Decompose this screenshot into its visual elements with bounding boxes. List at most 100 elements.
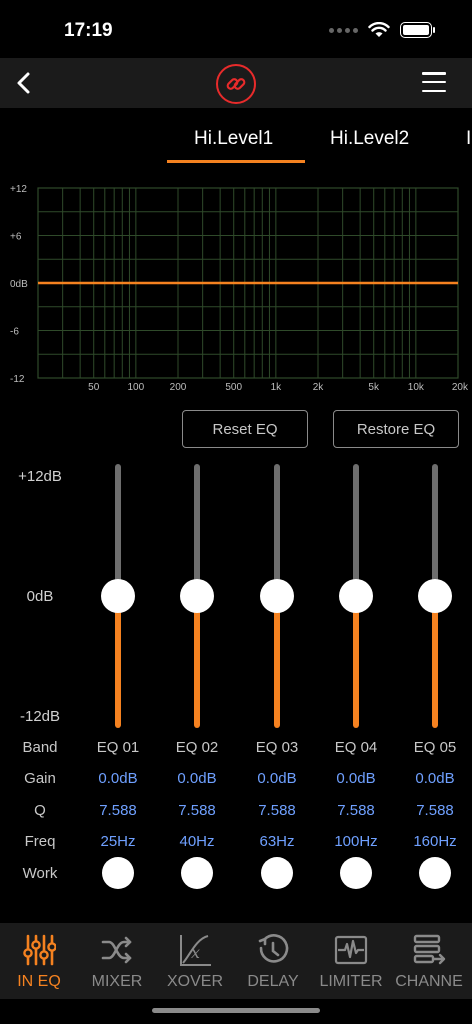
- slider-knob[interactable]: [180, 579, 214, 613]
- function-graph-icon: x: [180, 935, 211, 966]
- row-label-work: Work: [22, 865, 58, 882]
- slider-track-fill: [353, 596, 359, 728]
- nav-item-xover[interactable]: x XOVER: [156, 923, 234, 999]
- band-work-toggle[interactable]: [340, 857, 372, 889]
- gain-slider[interactable]: [177, 464, 217, 728]
- status-time: 17:19: [64, 20, 113, 41]
- slider-knob[interactable]: [418, 579, 452, 613]
- band-freq-value[interactable]: 100Hz: [316, 833, 396, 850]
- slider-track-upper: [115, 464, 121, 596]
- clock-icon: [258, 934, 289, 963]
- nav-bar: [0, 58, 472, 108]
- nav-label-delay: DELAY: [247, 973, 299, 990]
- band-freq-value[interactable]: 25Hz: [78, 833, 158, 850]
- graph-y-tick-label: -12: [10, 374, 25, 385]
- band-q-value[interactable]: 7.588: [316, 802, 396, 819]
- slider-track-upper: [274, 464, 280, 596]
- nav-label-channel: CHANNE: [395, 973, 463, 990]
- status-icons: [329, 22, 435, 38]
- tab-hi-level2[interactable]: Hi.Level2: [330, 128, 409, 150]
- tab-hi-level1[interactable]: Hi.Level1: [194, 128, 273, 150]
- gain-slider[interactable]: [415, 464, 455, 728]
- wifi-icon: [368, 22, 390, 37]
- graph-y-tick-label: -6: [10, 327, 19, 338]
- slider-knob[interactable]: [101, 579, 135, 613]
- band-work-toggle[interactable]: [102, 857, 134, 889]
- band-gain-value[interactable]: 0.0dB: [316, 770, 396, 787]
- graph-x-tick-label: 100: [128, 382, 145, 393]
- nav-item-limiter[interactable]: LIMITER: [312, 923, 390, 999]
- graph-x-tick-label: 10k: [408, 382, 425, 393]
- band-freq-value[interactable]: 63Hz: [237, 833, 317, 850]
- band-q-value[interactable]: 7.588: [157, 802, 237, 819]
- hamburger-menu-icon[interactable]: [422, 70, 446, 94]
- graph-x-tick-label: 2k: [313, 382, 325, 393]
- tab-next-partial[interactable]: I: [466, 128, 471, 150]
- slider-track-fill: [432, 596, 438, 728]
- band-work-toggle[interactable]: [419, 857, 451, 889]
- slider-track-upper: [432, 464, 438, 596]
- slider-knob[interactable]: [260, 579, 294, 613]
- bottom-nav: IN EQ MIXER x XOVER DELAY LIMITER CHANNE: [0, 923, 472, 999]
- band-name: EQ 01: [96, 739, 140, 756]
- band-name: EQ 04: [334, 739, 378, 756]
- home-indicator: [152, 1008, 320, 1013]
- eq-graph-svg: +12 +6 0dB -6 -12 50 100 200 500 1k 2k 5k 10k 20k: [10, 184, 469, 393]
- slider-track-fill: [274, 596, 280, 728]
- nav-label-mixer: MIXER: [91, 973, 143, 990]
- nav-item-mixer[interactable]: MIXER: [78, 923, 156, 999]
- graph-x-tick-label: 50: [88, 382, 100, 393]
- reset-eq-button[interactable]: Reset EQ: [182, 410, 308, 448]
- battery-icon: [400, 22, 435, 38]
- slider-track-upper: [194, 464, 200, 596]
- graph-x-tick-label: 1k: [271, 382, 283, 393]
- nav-item-delay[interactable]: DELAY: [234, 923, 312, 999]
- link-button[interactable]: [216, 64, 256, 104]
- shuffle-icon: [101, 936, 132, 964]
- band-gain-value[interactable]: 0.0dB: [395, 770, 472, 787]
- sliders-icon: [23, 934, 56, 966]
- gain-slider[interactable]: [98, 464, 138, 728]
- band-q-value[interactable]: 7.588: [237, 802, 317, 819]
- nav-item-in-eq[interactable]: IN EQ: [0, 923, 78, 999]
- link-icon: [226, 78, 246, 90]
- cellular-signal-icon: [329, 27, 358, 33]
- restore-eq-button[interactable]: Restore EQ: [333, 410, 459, 448]
- nav-label-limiter: LIMITER: [319, 973, 383, 990]
- slider-track-upper: [353, 464, 359, 596]
- gain-slider[interactable]: [257, 464, 297, 728]
- slider-track-fill: [115, 596, 121, 728]
- channel-stack-icon: [413, 934, 446, 965]
- graph-y-tick-label: +6: [10, 232, 22, 243]
- slider-knob[interactable]: [339, 579, 373, 613]
- band-name: EQ 05: [413, 739, 457, 756]
- db-scale-top-label: +12dB: [18, 468, 62, 485]
- active-tab-indicator: [167, 160, 305, 163]
- band-freq-value[interactable]: 160Hz: [395, 833, 472, 850]
- band-gain-value[interactable]: 0.0dB: [78, 770, 158, 787]
- band-name: EQ 03: [255, 739, 299, 756]
- band-q-value[interactable]: 7.588: [395, 802, 472, 819]
- band-work-toggle[interactable]: [261, 857, 293, 889]
- tab-bar: Hi.Level1 Hi.Level2 I: [0, 120, 472, 164]
- row-label-freq: Freq: [24, 833, 56, 850]
- graph-y-tick-label: +12: [10, 184, 27, 195]
- row-label-band: Band: [22, 739, 58, 756]
- band-name: EQ 02: [175, 739, 219, 756]
- back-button[interactable]: [8, 66, 42, 100]
- waveform-icon: [334, 935, 368, 965]
- band-gain-value[interactable]: 0.0dB: [157, 770, 237, 787]
- nav-item-channel[interactable]: CHANNE: [390, 923, 468, 999]
- row-label-q: Q: [34, 802, 46, 819]
- band-work-toggle[interactable]: [181, 857, 213, 889]
- graph-y-tick-label: 0dB: [10, 279, 28, 290]
- band-gain-value[interactable]: 0.0dB: [237, 770, 317, 787]
- band-freq-value[interactable]: 40Hz: [157, 833, 237, 850]
- status-bar: 17:19: [0, 0, 472, 58]
- band-q-value[interactable]: 7.588: [78, 802, 158, 819]
- gain-slider[interactable]: [336, 464, 376, 728]
- graph-x-tick-label: 5k: [368, 382, 380, 393]
- db-scale-bottom-label: -12dB: [19, 708, 61, 725]
- nav-label-xover: XOVER: [166, 973, 223, 990]
- svg-text:x: x: [191, 943, 200, 962]
